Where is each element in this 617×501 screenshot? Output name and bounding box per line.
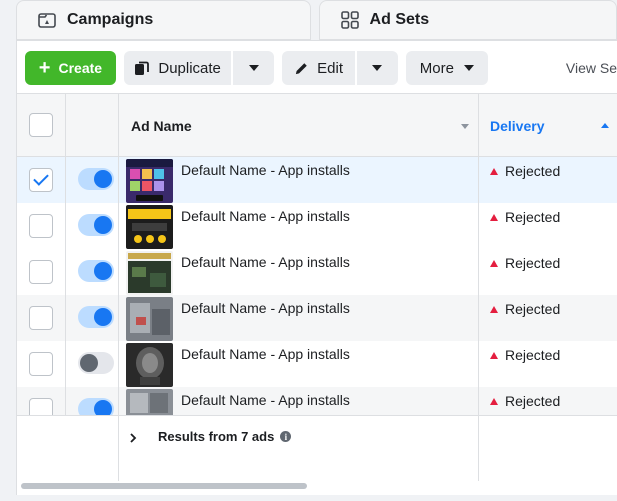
- ad-thumbnail[interactable]: [126, 343, 173, 387]
- row-checkbox[interactable]: [29, 352, 53, 376]
- column-header-ad-name[interactable]: Ad Name: [131, 118, 192, 134]
- ad-thumbnail[interactable]: [126, 297, 173, 341]
- delivery-status: Rejected: [490, 393, 560, 409]
- pencil-icon: [296, 62, 307, 74]
- ad-name[interactable]: Default Name - App installs: [181, 392, 350, 408]
- ad-name[interactable]: Default Name - App installs: [181, 346, 350, 362]
- edit-dropdown-button[interactable]: [356, 51, 398, 85]
- horizontal-scrollbar[interactable]: [21, 483, 307, 489]
- table-row[interactable]: Default Name - App installs Rejected: [17, 157, 617, 203]
- delivery-label: Rejected: [505, 255, 561, 271]
- ad-toggle[interactable]: [78, 398, 114, 415]
- results-label: Results from 7 ads: [158, 429, 275, 444]
- tab-campaigns-label: Campaigns: [67, 11, 154, 28]
- delivery-status: Rejected: [490, 347, 560, 363]
- ad-toggle[interactable]: [78, 306, 114, 328]
- ads-panel: + Create Duplicate Edit More View Se Ad …: [16, 40, 617, 495]
- chevron-right-icon[interactable]: [129, 433, 137, 443]
- warning-icon: [490, 213, 498, 221]
- toolbar: + Create Duplicate Edit More View Se: [25, 50, 617, 86]
- level-tabs: Campaigns Ad Sets: [16, 0, 617, 44]
- delivery-label: Rejected: [505, 209, 561, 225]
- row-checkbox[interactable]: [29, 306, 53, 330]
- table-row[interactable]: Default Name - App installs Rejected: [17, 249, 617, 295]
- warning-icon: [490, 351, 498, 359]
- tab-campaigns[interactable]: Campaigns: [16, 0, 311, 40]
- column-divider: [118, 93, 119, 481]
- create-button[interactable]: + Create: [25, 51, 116, 85]
- table-row[interactable]: Default Name - App installs Rejected: [17, 341, 617, 387]
- caret-down-icon: [248, 65, 259, 71]
- ad-toggle[interactable]: [78, 168, 114, 190]
- ad-toggle[interactable]: [78, 260, 114, 282]
- ad-toggle[interactable]: [78, 352, 114, 374]
- ad-thumbnail[interactable]: [126, 251, 173, 295]
- view-setup-link[interactable]: View Se: [566, 60, 617, 76]
- delivery-status: Rejected: [490, 209, 560, 225]
- duplicate-icon: [135, 61, 150, 75]
- more-label: More: [419, 59, 454, 77]
- table-footer: Results from 7 ads i: [17, 415, 617, 481]
- ad-thumbnail[interactable]: [126, 205, 173, 249]
- ad-thumbnail[interactable]: [126, 389, 173, 415]
- ad-name[interactable]: Default Name - App installs: [181, 254, 350, 270]
- plus-icon: +: [38, 57, 51, 79]
- ad-thumbnail[interactable]: [126, 159, 173, 203]
- column-divider: [65, 93, 66, 415]
- ad-name[interactable]: Default Name - App installs: [181, 300, 350, 316]
- caret-down-icon: [372, 65, 383, 71]
- delivery-label: Rejected: [505, 393, 561, 409]
- table-body: Default Name - App installs Rejected Def…: [17, 157, 617, 415]
- create-label: Create: [58, 60, 103, 76]
- ad-toggle[interactable]: [78, 214, 114, 236]
- info-icon[interactable]: i: [280, 431, 292, 442]
- delivery-label: Rejected: [505, 347, 561, 363]
- warning-icon: [490, 397, 498, 405]
- ads-manager: Campaigns Ad Sets + Create Duplicate Edi…: [0, 0, 617, 501]
- ad-name[interactable]: Default Name - App installs: [181, 208, 350, 224]
- caret-down-icon: [463, 65, 474, 71]
- tab-ad-sets[interactable]: Ad Sets: [318, 0, 617, 40]
- row-checkbox[interactable]: [29, 168, 53, 192]
- table-row[interactable]: Default Name - App installs Rejected: [17, 295, 617, 341]
- warning-icon: [490, 305, 498, 313]
- grid-icon: [340, 11, 359, 29]
- sort-caret-icon[interactable]: [461, 124, 469, 129]
- delivery-label: Rejected: [505, 163, 561, 179]
- warning-icon: [490, 259, 498, 267]
- folder-icon: [38, 13, 56, 28]
- delivery-status: Rejected: [490, 255, 560, 271]
- tab-ad-sets-label: Ad Sets: [369, 11, 430, 28]
- results-summary: Results from 7 ads i: [158, 429, 292, 444]
- table-row[interactable]: Default Name - App installs Rejected: [17, 387, 617, 415]
- duplicate-button[interactable]: Duplicate: [123, 51, 232, 85]
- row-checkbox[interactable]: [29, 398, 53, 415]
- duplicate-label: Duplicate: [158, 59, 221, 77]
- edit-button[interactable]: Edit: [282, 51, 355, 85]
- table-row[interactable]: Default Name - App installs Rejected: [17, 203, 617, 249]
- duplicate-dropdown-button[interactable]: [233, 51, 275, 85]
- column-divider: [478, 93, 479, 481]
- sort-ascending-icon[interactable]: [601, 123, 609, 128]
- table-header: Ad Name Delivery: [17, 93, 617, 157]
- column-header-delivery[interactable]: Delivery: [490, 118, 544, 134]
- delivery-status: Rejected: [490, 163, 560, 179]
- row-checkbox[interactable]: [29, 214, 53, 238]
- select-all-checkbox[interactable]: [29, 113, 53, 137]
- ad-name[interactable]: Default Name - App installs: [181, 162, 350, 178]
- delivery-status: Rejected: [490, 301, 560, 317]
- warning-icon: [490, 167, 498, 175]
- delivery-label: Rejected: [505, 301, 561, 317]
- row-checkbox[interactable]: [29, 260, 53, 284]
- edit-label: Edit: [317, 59, 344, 77]
- more-button[interactable]: More: [405, 51, 488, 85]
